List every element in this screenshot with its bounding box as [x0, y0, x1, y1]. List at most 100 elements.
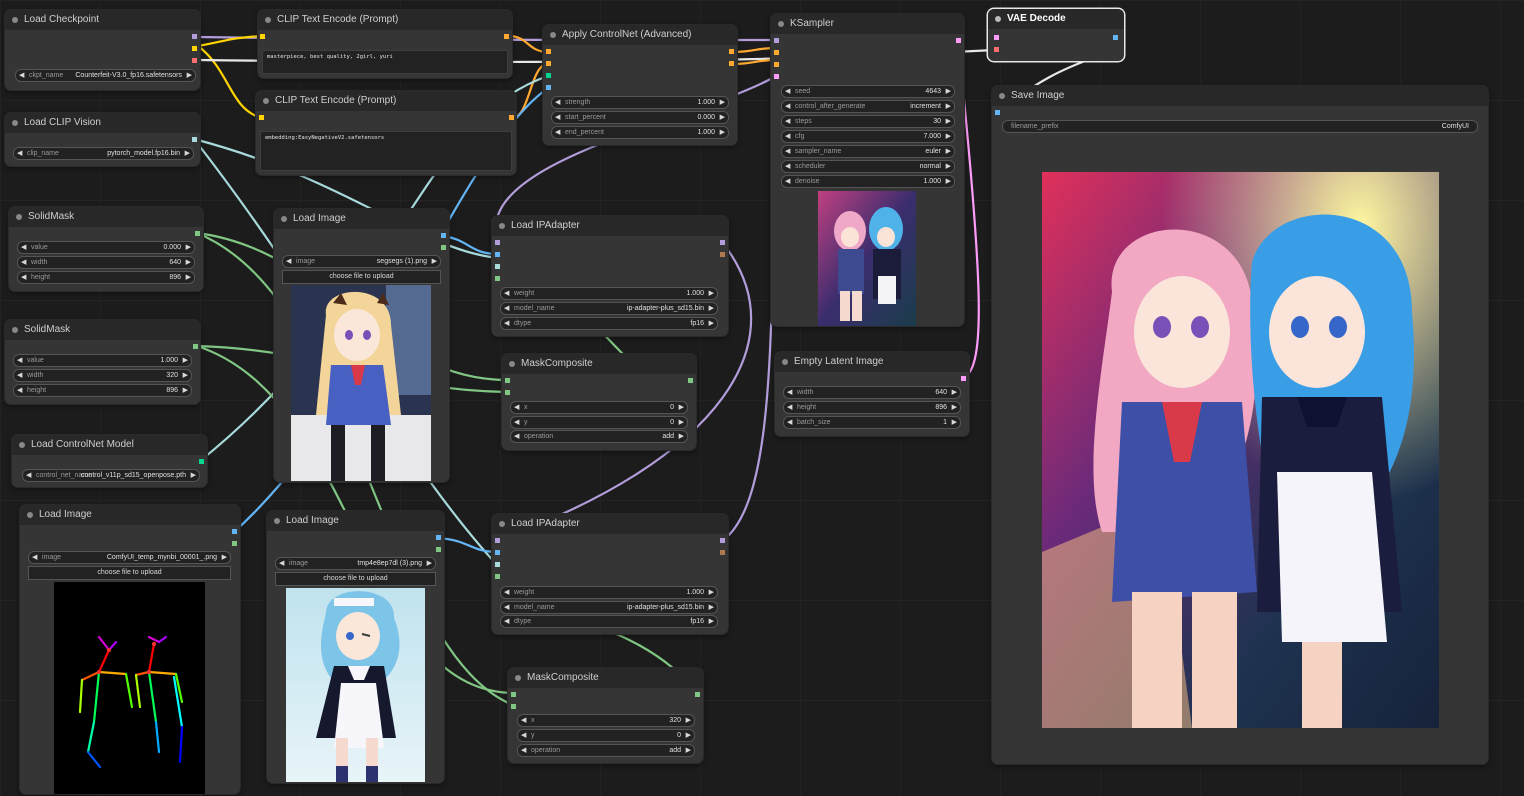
samples-input-slot[interactable] [994, 35, 999, 40]
mask-output-slot[interactable] [688, 378, 693, 383]
latent-output-slot[interactable] [961, 376, 966, 381]
right-arrow-icon[interactable]: ▶ [946, 161, 951, 172]
choose-file-upload-button[interactable]: choose file to upload [28, 566, 231, 580]
mask-output-slot[interactable] [695, 692, 700, 697]
value-widget[interactable]: ◀ value 0.000 ▶ [17, 241, 195, 254]
positive-output-slot[interactable] [729, 49, 734, 54]
x-widget[interactable]: ◀ x 0 ▶ [510, 401, 688, 414]
left-arrow-icon[interactable]: ◀ [26, 470, 31, 481]
clip-output-slot[interactable] [192, 46, 197, 51]
collapse-dot-icon[interactable] [27, 512, 33, 518]
ckpt-name-combo[interactable]: ◀ ckpt_name Counterfeit-V3.0_fp16.safete… [15, 69, 196, 82]
model-output-slot[interactable] [720, 538, 725, 543]
start-percent-widget[interactable]: ◀ start_percent 0.000 ▶ [551, 111, 729, 124]
left-arrow-icon[interactable]: ◀ [17, 370, 22, 381]
left-arrow-icon[interactable]: ◀ [17, 148, 22, 159]
left-arrow-icon[interactable]: ◀ [785, 86, 790, 97]
width-widget[interactable]: ◀ width 640 ▶ [783, 386, 961, 399]
clip-input-slot[interactable] [259, 115, 264, 120]
node-clip-text-encode-positive[interactable]: CLIP Text Encode (Prompt) masterpiece, b… [258, 10, 512, 78]
image-input-slot[interactable] [495, 550, 500, 555]
vae-input-slot[interactable] [994, 47, 999, 52]
right-arrow-icon[interactable]: ▶ [946, 101, 951, 112]
right-arrow-icon[interactable]: ▶ [952, 387, 957, 398]
left-arrow-icon[interactable]: ◀ [787, 417, 792, 428]
right-arrow-icon[interactable]: ▶ [709, 587, 714, 598]
scheduler-widget[interactable]: ◀ scheduler normal ▶ [781, 160, 955, 173]
left-arrow-icon[interactable]: ◀ [785, 101, 790, 112]
right-arrow-icon[interactable]: ▶ [679, 417, 684, 428]
destination-input-slot[interactable] [505, 378, 510, 383]
image-combo[interactable]: ◀ image segsegs (1).png ▶ [282, 255, 441, 268]
width-widget[interactable]: ◀ width 640 ▶ [17, 256, 195, 269]
choose-file-upload-button[interactable]: choose file to upload [275, 572, 436, 586]
left-arrow-icon[interactable]: ◀ [504, 602, 509, 613]
node-load-image-1[interactable]: Load Image ◀ image segsegs (1).png ▶ choose… [274, 209, 449, 482]
node-vae-decode[interactable]: VAE Decode [988, 9, 1124, 61]
attn-mask-input-slot[interactable] [495, 276, 500, 281]
mask-output-slot[interactable] [436, 547, 441, 552]
node-title[interactable]: Load Image [267, 511, 444, 531]
node-title[interactable]: Save Image [992, 86, 1488, 106]
collapse-dot-icon[interactable] [12, 327, 18, 333]
right-arrow-icon[interactable]: ▶ [946, 176, 951, 187]
prompt-textarea[interactable]: masterpiece, best quality, 2girl, yuri [262, 50, 508, 74]
images-input-slot[interactable] [995, 110, 1000, 115]
steps-widget[interactable]: ◀ steps 30 ▶ [781, 115, 955, 128]
image-output-slot[interactable] [441, 233, 446, 238]
denoise-widget[interactable]: ◀ denoise 1.000 ▶ [781, 175, 955, 188]
node-title[interactable]: SolidMask [5, 320, 200, 340]
image-combo[interactable]: ◀ image tmp4e8ep7dl (3).png ▶ [275, 557, 436, 570]
left-arrow-icon[interactable]: ◀ [785, 146, 790, 157]
node-title[interactable]: VAE Decode [988, 9, 1124, 29]
right-arrow-icon[interactable]: ▶ [183, 355, 188, 366]
height-widget[interactable]: ◀ height 896 ▶ [13, 384, 192, 397]
left-arrow-icon[interactable]: ◀ [555, 97, 560, 108]
right-arrow-icon[interactable]: ▶ [191, 470, 196, 481]
left-arrow-icon[interactable]: ◀ [504, 288, 509, 299]
right-arrow-icon[interactable]: ▶ [946, 131, 951, 142]
node-title[interactable]: CLIP Text Encode (Prompt) [258, 10, 512, 30]
latent-input-slot[interactable] [774, 74, 779, 79]
right-arrow-icon[interactable]: ▶ [952, 417, 957, 428]
operation-widget[interactable]: ◀ operation add ▶ [517, 744, 695, 757]
conditioning-output-slot[interactable] [509, 115, 514, 120]
cfg-widget[interactable]: ◀ cfg 7.000 ▶ [781, 130, 955, 143]
right-arrow-icon[interactable]: ▶ [709, 318, 714, 329]
node-mask-composite-1[interactable]: MaskComposite ◀ x 0 ▶ ◀ y 0 ▶ ◀ operation add ▶ [502, 354, 696, 450]
negative-input-slot[interactable] [546, 61, 551, 66]
left-arrow-icon[interactable]: ◀ [21, 257, 26, 268]
right-arrow-icon[interactable]: ▶ [187, 70, 192, 81]
source-input-slot[interactable] [511, 704, 516, 709]
image-output-slot[interactable] [1113, 35, 1118, 40]
node-load-image-3[interactable]: Load Image ◀ image tmp4e8ep7dl (3).png ▶ ch… [267, 511, 444, 783]
collapse-dot-icon[interactable] [999, 93, 1005, 99]
left-arrow-icon[interactable]: ◀ [504, 318, 509, 329]
node-load-ipadapter-1[interactable]: Load IPAdapter ◀ weight 1.000 ▶ ◀ model_name… [492, 216, 728, 336]
height-widget[interactable]: ◀ height 896 ▶ [783, 401, 961, 414]
image-input-slot[interactable] [546, 85, 551, 90]
left-arrow-icon[interactable]: ◀ [514, 417, 519, 428]
collapse-dot-icon[interactable] [550, 32, 556, 38]
model-output-slot[interactable] [192, 34, 197, 39]
collapse-dot-icon[interactable] [265, 17, 271, 23]
right-arrow-icon[interactable]: ▶ [709, 602, 714, 613]
node-load-clip-vision[interactable]: Load CLIP Vision ◀ clip_name pytorch_model… [5, 113, 200, 166]
attn-mask-input-slot[interactable] [495, 574, 500, 579]
node-title[interactable]: Load Image [20, 505, 240, 525]
collapse-dot-icon[interactable] [778, 21, 784, 27]
node-title[interactable]: MaskComposite [502, 354, 696, 374]
right-arrow-icon[interactable]: ▶ [720, 112, 725, 123]
collapse-dot-icon[interactable] [509, 361, 515, 367]
mask-output-slot[interactable] [193, 344, 198, 349]
dtype-widget[interactable]: ◀ dtype fp16 ▶ [500, 615, 718, 628]
node-load-controlnet-model[interactable]: Load ControlNet Model ◀ control_net_name c… [12, 435, 207, 487]
source-input-slot[interactable] [505, 390, 510, 395]
right-arrow-icon[interactable]: ▶ [686, 745, 691, 756]
collapse-dot-icon[interactable] [274, 518, 280, 524]
left-arrow-icon[interactable]: ◀ [521, 745, 526, 756]
mask-output-slot[interactable] [441, 245, 446, 250]
negative-output-slot[interactable] [729, 61, 734, 66]
clip-name-combo[interactable]: ◀ clip_name pytorch_model.fp16.bin ▶ [13, 147, 194, 160]
left-arrow-icon[interactable]: ◀ [21, 272, 26, 283]
